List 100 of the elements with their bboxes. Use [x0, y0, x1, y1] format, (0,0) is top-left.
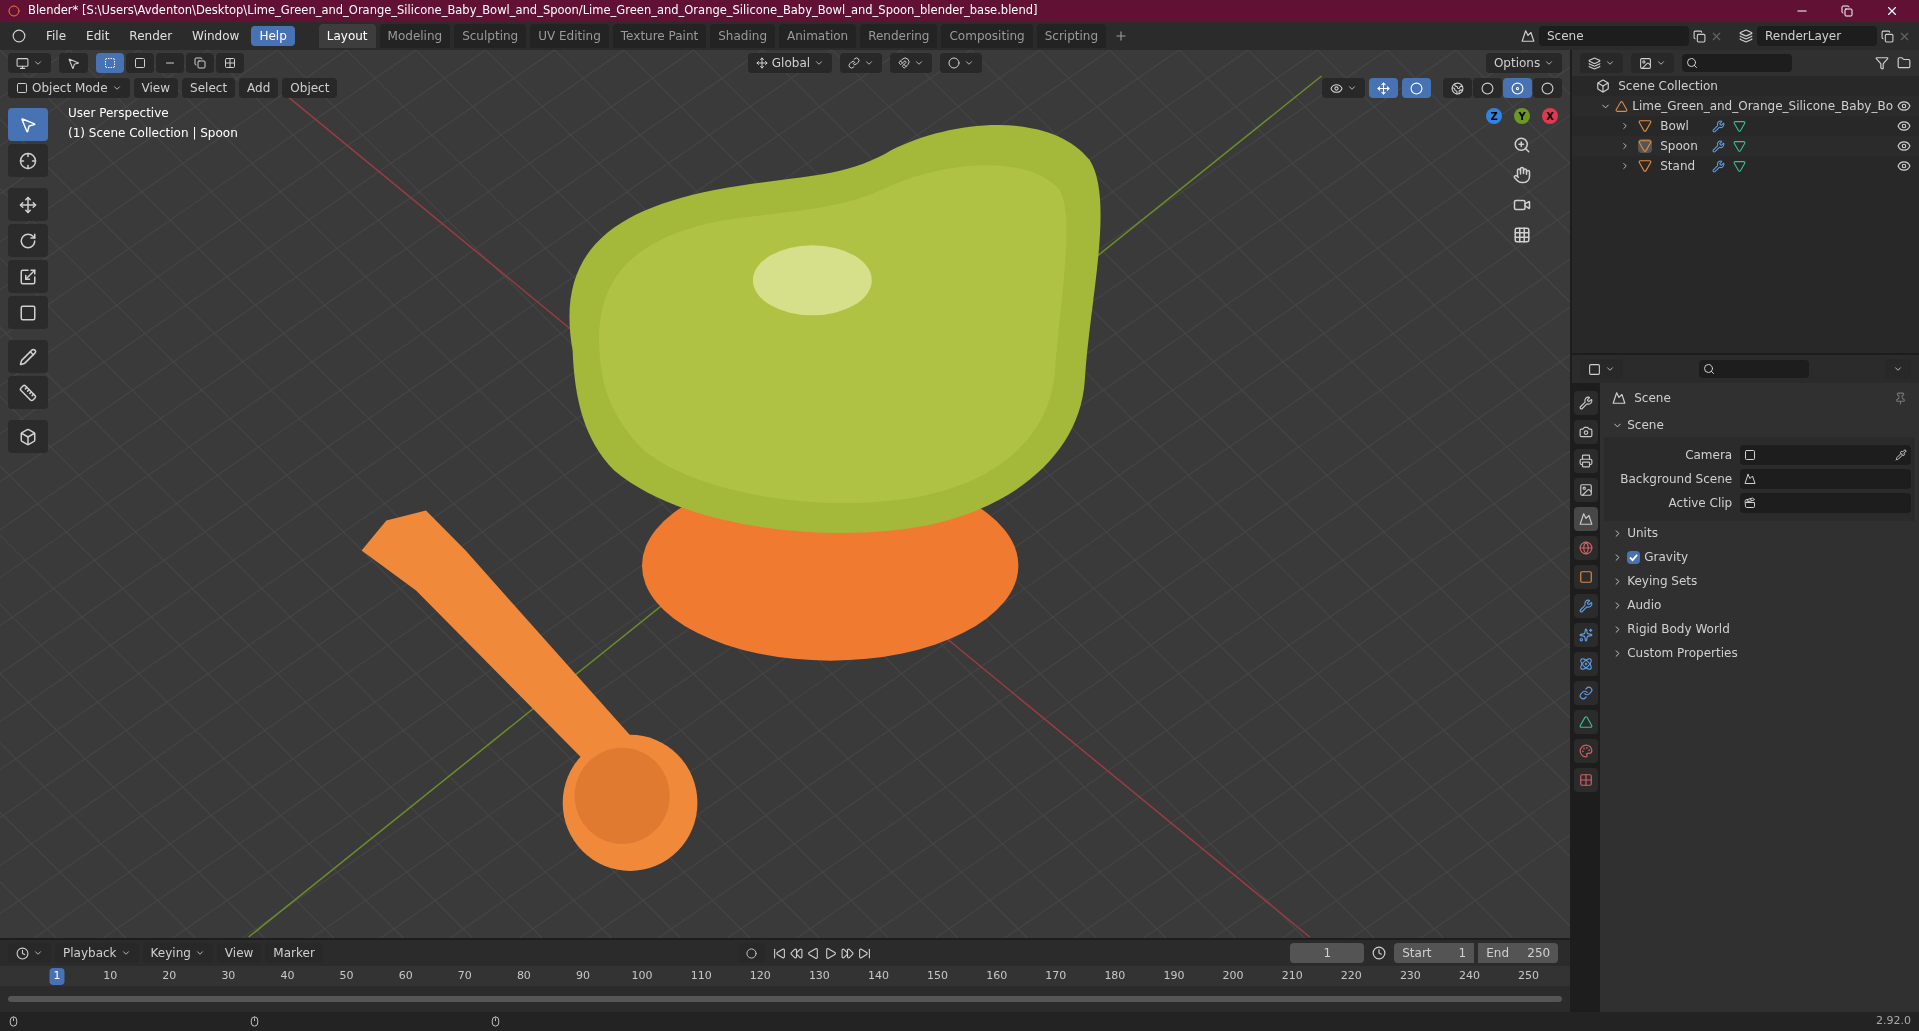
zoom-icon[interactable] [1513, 136, 1532, 154]
start-frame-field[interactable]: Start 1 [1394, 943, 1475, 963]
app-menu-icon[interactable] [12, 29, 26, 43]
scene-field[interactable]: Scene [1539, 26, 1689, 46]
play-icon[interactable] [824, 946, 838, 960]
pan-icon[interactable] [1513, 166, 1532, 184]
physics-tab[interactable] [1574, 652, 1599, 676]
texture-tab[interactable] [1574, 768, 1599, 792]
material-tab[interactable] [1574, 739, 1599, 763]
menu-item[interactable]: Edit [78, 26, 118, 46]
workspace-tab[interactable]: Layout [318, 24, 376, 48]
pivot-dropdown[interactable] [840, 53, 883, 73]
workspace-tab[interactable]: UV Editing [530, 24, 609, 48]
workspace-tab[interactable]: Compositing [941, 24, 1033, 48]
search-field[interactable] [1699, 360, 1810, 378]
visibility-dropdown[interactable] [1322, 78, 1366, 98]
select-tool-button[interactable] [8, 108, 48, 141]
visibility-eye-icon[interactable] [1897, 119, 1911, 133]
annotate-tool-button[interactable] [8, 340, 48, 373]
menu-item[interactable]: Help [251, 26, 295, 46]
workspace-tab[interactable]: Rendering [860, 24, 938, 48]
constraints-tab[interactable] [1574, 681, 1599, 705]
proportional-edit-button[interactable] [940, 53, 983, 73]
outliner-row[interactable]: Scene Collection [1572, 76, 1919, 96]
tool-tab[interactable] [1574, 391, 1599, 415]
scene-icon[interactable] [1521, 29, 1535, 43]
editor-type-button[interactable] [1580, 53, 1624, 73]
panel-header[interactable]: Custom Properties [1604, 641, 1915, 665]
workspace-tab[interactable]: Shading [710, 24, 775, 48]
close-icon[interactable] [1885, 4, 1899, 18]
viewport-menu[interactable]: Add [239, 78, 279, 98]
menu-item[interactable]: Render [121, 26, 181, 46]
modifier-icon[interactable] [1712, 139, 1726, 153]
visibility-eye-icon[interactable] [1897, 99, 1911, 113]
search-field[interactable] [1682, 54, 1793, 72]
panel-header[interactable]: Audio [1604, 593, 1915, 617]
measure-tool-button[interactable] [8, 376, 48, 409]
add-workspace-icon[interactable] [1114, 29, 1129, 43]
mesh-data-icon[interactable] [1733, 139, 1747, 153]
orientation-dropdown[interactable]: Global [747, 53, 833, 73]
menu-item[interactable]: File [38, 26, 75, 46]
overlay-toggle[interactable] [1402, 78, 1432, 98]
current-frame-field[interactable]: 1 [1290, 943, 1365, 963]
field-input[interactable] [1740, 493, 1911, 513]
selection-mode-button[interactable] [96, 53, 124, 73]
view-layer-icon[interactable] [1739, 29, 1753, 43]
particles-tab[interactable] [1574, 623, 1599, 647]
visibility-eye-icon[interactable] [1897, 159, 1911, 173]
timeline-menu[interactable]: View [216, 943, 262, 963]
gizmo-toggle[interactable] [1369, 78, 1399, 98]
snap-dropdown[interactable] [890, 53, 933, 73]
output-tab[interactable] [1574, 449, 1599, 473]
panel-header[interactable]: Units [1604, 521, 1915, 545]
scene-tab[interactable] [1574, 507, 1599, 531]
end-frame-field[interactable]: End 250 [1478, 943, 1559, 963]
transform-tool-button[interactable] [8, 296, 48, 329]
eyedropper-icon[interactable] [1895, 449, 1907, 461]
mesh-data-icon[interactable] [1733, 159, 1747, 173]
workspace-tab[interactable]: Animation [779, 24, 857, 48]
rotate-tool-button[interactable] [8, 224, 48, 257]
restore-icon[interactable] [1841, 5, 1853, 17]
modifier-tab[interactable] [1574, 594, 1599, 618]
previous-keyframe-icon[interactable] [790, 946, 804, 960]
timeline-menu[interactable]: Keying [142, 943, 213, 963]
view-layer-tab[interactable] [1574, 478, 1599, 502]
modifier-icon[interactable] [1712, 119, 1726, 133]
workspace-tab[interactable]: Modeling [379, 24, 451, 48]
new-view-layer-icon[interactable] [1881, 29, 1894, 43]
next-keyframe-icon[interactable] [841, 946, 855, 960]
world-tab[interactable] [1574, 536, 1599, 560]
new-collection-icon[interactable] [1897, 56, 1911, 70]
play-reverse-icon[interactable] [807, 946, 821, 960]
viewport[interactable]: Global Options Object Mode View Select Add Object User Perspective (1) Scene Collection | Spoon Z Y X [0, 50, 1571, 938]
workspace-tab[interactable]: Sculpting [454, 24, 527, 48]
workspace-tab[interactable]: Scripting [1036, 24, 1107, 48]
field-input[interactable] [1740, 469, 1911, 489]
checkbox[interactable] [1627, 550, 1641, 564]
options-dropdown[interactable]: Options [1485, 53, 1563, 73]
menu-item[interactable]: Window [184, 26, 248, 46]
view-layer-field[interactable]: RenderLayer [1757, 26, 1877, 46]
shading-mode-button[interactable] [1533, 78, 1563, 98]
viewport-menu[interactable]: View [133, 78, 179, 98]
move-tool-button[interactable] [8, 188, 48, 221]
data-tab[interactable] [1574, 710, 1599, 734]
jump-end-icon[interactable] [858, 946, 872, 960]
filter-icon[interactable] [1875, 56, 1889, 70]
timeline-scrollbar[interactable] [8, 996, 1563, 1002]
object-tab[interactable] [1574, 565, 1599, 589]
mesh-data-icon[interactable] [1733, 119, 1747, 133]
mode-dropdown[interactable]: Object Mode [8, 78, 130, 98]
selection-mode-button[interactable] [126, 53, 154, 73]
pin-icon[interactable] [1894, 391, 1907, 405]
clock-icon[interactable] [1372, 946, 1387, 960]
add-tool-button[interactable] [8, 420, 48, 453]
display-mode-button[interactable] [1631, 53, 1675, 73]
visibility-eye-icon[interactable] [1897, 139, 1911, 153]
modifier-icon[interactable] [1712, 159, 1726, 173]
render-tab[interactable] [1574, 420, 1599, 444]
cursor-tool-button[interactable] [8, 144, 48, 177]
selection-mode-button[interactable] [216, 53, 244, 73]
